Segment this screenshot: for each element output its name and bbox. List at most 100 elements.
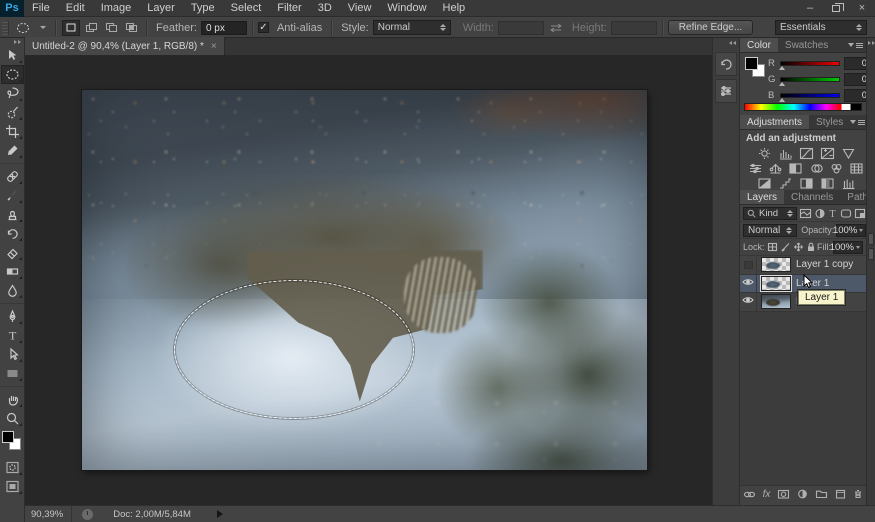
menu-select[interactable]: Select: [223, 0, 270, 17]
tool-path-selection[interactable]: [1, 345, 24, 364]
curves-icon[interactable]: [798, 147, 814, 160]
green-slider[interactable]: [780, 77, 840, 82]
refine-edge-button[interactable]: Refine Edge...: [668, 20, 753, 35]
blue-slider[interactable]: [780, 93, 840, 98]
document-info[interactable]: Doc: 2,00M/5,84M: [103, 509, 233, 520]
menu-3d[interactable]: 3D: [310, 0, 340, 17]
hue-saturation-icon[interactable]: [748, 162, 763, 175]
levels-icon[interactable]: [777, 147, 793, 160]
options-grip[interactable]: [2, 21, 9, 35]
filter-pixel-layers-icon[interactable]: [799, 207, 812, 219]
filter-shape-layers-icon[interactable]: [840, 207, 852, 219]
tool-spot-healing-brush[interactable]: [1, 167, 24, 186]
panel-foreground-swatch[interactable]: [745, 57, 758, 70]
tool-eraser[interactable]: [1, 243, 24, 262]
tool-lasso[interactable]: [1, 84, 24, 103]
tool-quick-selection[interactable]: [1, 103, 24, 122]
color-balance-icon[interactable]: [768, 162, 783, 175]
invert-icon[interactable]: [756, 177, 772, 190]
tool-clone-stamp[interactable]: [1, 205, 24, 224]
anti-alias-checkbox[interactable]: ✓: [258, 22, 269, 33]
menu-edit[interactable]: Edit: [58, 0, 93, 17]
layer-name[interactable]: Layer 1 copy: [796, 259, 853, 270]
feather-input[interactable]: 0 px: [201, 21, 247, 35]
document-tab-close-icon[interactable]: ×: [211, 41, 217, 52]
gradient-map-icon[interactable]: [819, 177, 835, 190]
status-options-arrow-icon[interactable]: [217, 510, 223, 518]
filter-smart-objects-icon[interactable]: [854, 207, 866, 219]
properties-panel-button[interactable]: [715, 79, 737, 103]
tab-swatches[interactable]: Swatches: [778, 38, 835, 52]
tool-gradient[interactable]: [1, 262, 24, 281]
color-spectrum-ramp[interactable]: [744, 103, 862, 111]
tool-elliptical-marquee[interactable]: [1, 65, 24, 84]
link-layers-icon[interactable]: [743, 490, 756, 499]
menu-image[interactable]: Image: [93, 0, 140, 17]
history-panel-button[interactable]: [715, 52, 737, 76]
new-layer-icon[interactable]: [835, 489, 846, 499]
restore-button[interactable]: [823, 1, 849, 16]
selective-color-icon[interactable]: [840, 177, 856, 190]
new-selection-button[interactable]: [62, 20, 80, 36]
tool-crop[interactable]: [1, 122, 24, 141]
zoom-level-field[interactable]: 90,39%: [25, 506, 72, 522]
workspace-select[interactable]: Essentials: [775, 20, 867, 35]
layer-thumbnail[interactable]: [761, 257, 791, 272]
exposure-icon[interactable]: [819, 147, 835, 160]
blend-mode-select[interactable]: Normal: [743, 224, 797, 237]
vibrance-icon[interactable]: [840, 147, 856, 160]
right-dock-button[interactable]: [868, 233, 874, 245]
layer-row-layer-1-copy[interactable]: Layer 1 copy: [740, 256, 866, 275]
document-tab[interactable]: Untitled-2 @ 90,4% (Layer 1, RGB/8) * ×: [25, 37, 225, 55]
quick-mask-button[interactable]: [1, 458, 24, 477]
tools-collapse-toggle[interactable]: [0, 38, 24, 46]
layer-thumbnail[interactable]: [761, 276, 791, 291]
filter-kind-select[interactable]: Kind: [743, 207, 797, 220]
menu-help[interactable]: Help: [435, 0, 474, 17]
tool-type[interactable]: T: [1, 326, 24, 345]
menu-file[interactable]: File: [24, 0, 58, 17]
menu-view[interactable]: View: [340, 0, 380, 17]
width-input[interactable]: [498, 21, 544, 35]
tool-zoom[interactable]: [1, 409, 24, 428]
layer-thumbnail[interactable]: [761, 294, 791, 309]
style-select[interactable]: Normal: [373, 20, 451, 35]
dock-expand-toggle[interactable]: [713, 38, 739, 49]
menu-window[interactable]: Window: [379, 0, 434, 17]
menu-type[interactable]: Type: [183, 0, 223, 17]
lock-all-icon[interactable]: [806, 241, 817, 253]
menu-filter[interactable]: Filter: [269, 0, 309, 17]
foreground-color-swatch[interactable]: [2, 431, 14, 443]
tool-shape-rectangle[interactable]: [1, 364, 24, 383]
black-white-icon[interactable]: [788, 162, 803, 175]
tool-eyedropper[interactable]: [1, 141, 24, 160]
lock-transparency-icon[interactable]: [767, 241, 778, 253]
tool-history-brush[interactable]: [1, 224, 24, 243]
delete-layer-icon[interactable]: [853, 489, 863, 499]
brightness-contrast-icon[interactable]: [756, 147, 772, 160]
tool-preset-picker[interactable]: [11, 21, 50, 35]
tab-adjustments[interactable]: Adjustments: [740, 115, 809, 129]
screen-mode-button[interactable]: [1, 477, 24, 496]
visibility-cell[interactable]: [740, 293, 757, 311]
photo-filter-icon[interactable]: [809, 162, 824, 175]
tool-pen[interactable]: [1, 307, 24, 326]
tab-channels[interactable]: Channels: [784, 190, 840, 204]
minimize-button[interactable]: –: [797, 1, 823, 16]
layer-style-icon[interactable]: fx: [763, 489, 771, 500]
add-layer-mask-icon[interactable]: [777, 489, 790, 499]
opacity-value[interactable]: 100%: [836, 224, 866, 237]
add-to-selection-button[interactable]: [82, 20, 100, 36]
lock-position-icon[interactable]: [793, 241, 804, 253]
channel-mixer-icon[interactable]: [829, 162, 844, 175]
tab-layers[interactable]: Layers: [740, 190, 784, 204]
tool-move[interactable]: [1, 46, 24, 65]
tool-brush[interactable]: [1, 186, 24, 205]
tool-blur[interactable]: [1, 281, 24, 300]
subtract-from-selection-button[interactable]: [102, 20, 120, 36]
new-group-icon[interactable]: [815, 489, 828, 499]
threshold-icon[interactable]: [798, 177, 814, 190]
filter-adjustment-layers-icon[interactable]: [814, 207, 826, 219]
right-dock-expand-toggle[interactable]: [867, 38, 875, 45]
lock-pixels-icon[interactable]: [780, 241, 791, 253]
